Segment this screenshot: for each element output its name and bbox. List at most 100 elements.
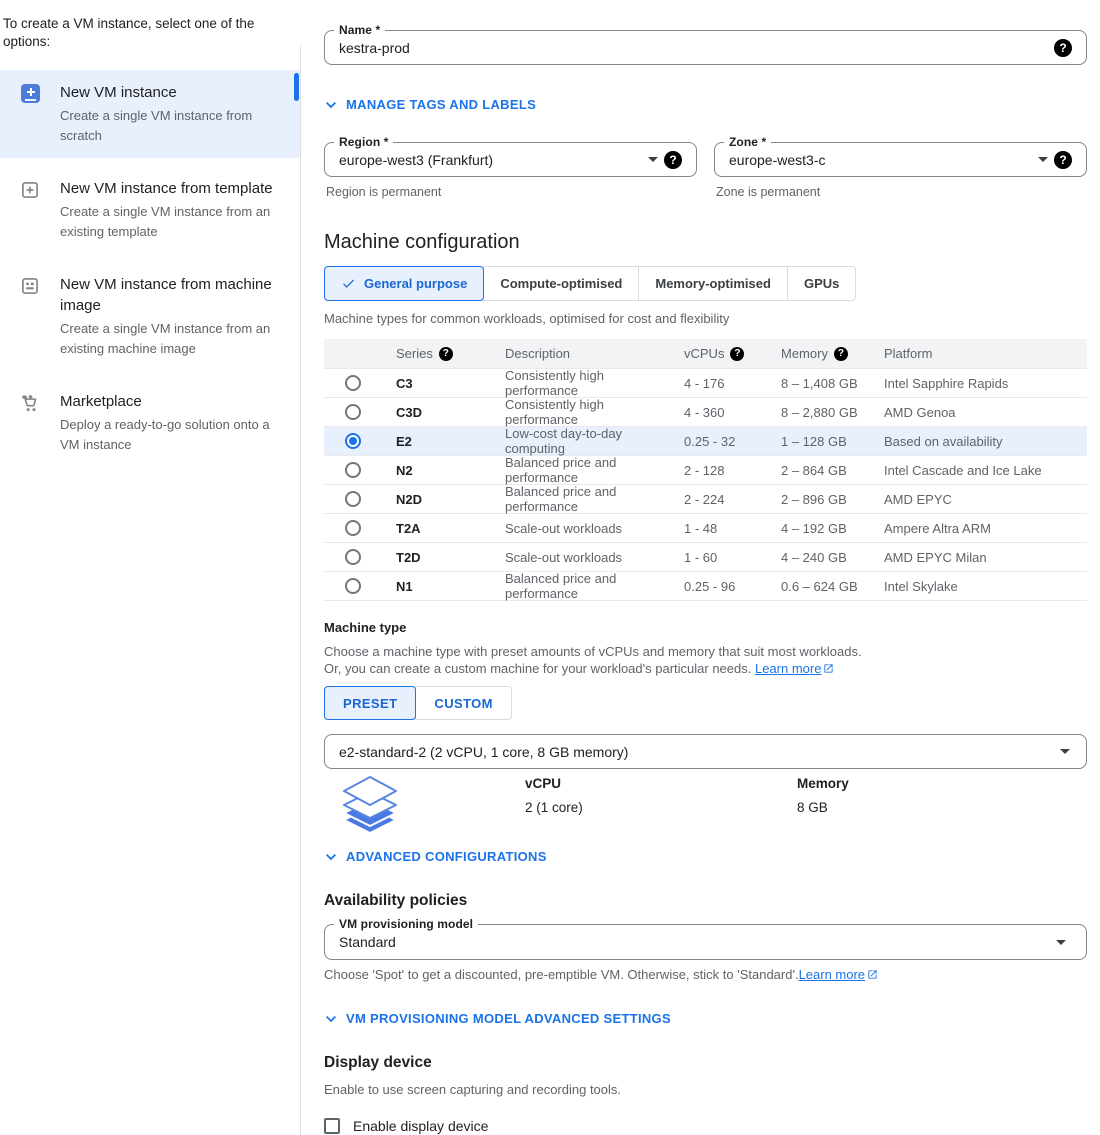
options-list: New VM instance Create a single VM insta… (0, 70, 300, 467)
dropdown-arrow-icon (648, 157, 658, 162)
machine-configuration-title: Machine configuration (324, 231, 1087, 254)
provisioning-advanced-settings-label: VM PROVISIONING MODEL ADVANCED SETTINGS (346, 1011, 671, 1026)
series-radio-c3[interactable] (345, 375, 361, 391)
memory-help-icon[interactable]: ? (834, 347, 848, 361)
tab-custom[interactable]: CUSTOM (415, 686, 512, 720)
table-row-t2a[interactable]: T2A Scale-out workloads 1 - 48 4 – 192 G… (324, 514, 1087, 543)
tab-compute-optimised[interactable]: Compute-optimised (483, 266, 639, 301)
machine-type-value: e2-standard-2 (2 vCPU, 1 core, 8 GB memo… (339, 744, 1050, 760)
series-help-icon[interactable]: ? (439, 347, 453, 361)
enable-display-device-row[interactable]: Enable display device (324, 1118, 1087, 1134)
option-new-vm-instance[interactable]: New VM instance Create a single VM insta… (0, 70, 300, 158)
zone-helper: Zone is permanent (714, 185, 1087, 199)
header-memory: Memory (781, 346, 828, 361)
manage-tags-label: MANAGE TAGS AND LABELS (346, 97, 536, 112)
enable-display-device-label: Enable display device (353, 1118, 488, 1134)
dropdown-arrow-icon (1038, 157, 1048, 162)
provisioning-advanced-settings-expander[interactable]: VM PROVISIONING MODEL ADVANCED SETTINGS (324, 1011, 1087, 1026)
manage-tags-expander[interactable]: MANAGE TAGS AND LABELS (324, 97, 1087, 112)
option-description: Create a single VM instance from an exis… (60, 202, 286, 242)
display-device-title: Display device (324, 1054, 1087, 1072)
external-link-icon (867, 969, 878, 980)
header-series: Series (396, 346, 433, 361)
table-row-e2[interactable]: E2 Low-cost day-to-day computing 0.25 - … (324, 427, 1087, 456)
enable-display-device-checkbox[interactable] (324, 1118, 340, 1134)
advanced-configurations-label: ADVANCED CONFIGURATIONS (346, 849, 547, 864)
region-help-icon[interactable]: ? (664, 151, 682, 169)
name-field-value[interactable]: kestra-prod (339, 40, 1044, 56)
series-radio-n1[interactable] (345, 578, 361, 594)
options-panel: To create a VM instance, select one of t… (0, 0, 300, 467)
display-device-caption: Enable to use screen capturing and recor… (324, 1082, 1087, 1097)
table-row-c3d[interactable]: C3D Consistently high performance 4 - 36… (324, 398, 1087, 427)
option-description: Deploy a ready-to-go solution onto a VM … (60, 415, 286, 455)
table-row-n1[interactable]: N1 Balanced price and performance 0.25 -… (324, 572, 1087, 601)
series-radio-e2[interactable] (345, 433, 361, 449)
option-title: Marketplace (60, 391, 286, 412)
external-link-icon (823, 663, 834, 674)
provisioning-learn-more-link[interactable]: Learn more (799, 967, 878, 982)
name-help-icon[interactable]: ? (1054, 39, 1072, 57)
machine-type-select[interactable]: e2-standard-2 (2 vCPU, 1 core, 8 GB memo… (324, 734, 1087, 769)
header-description: Description (505, 346, 684, 361)
zone-help-icon[interactable]: ? (1054, 151, 1072, 169)
machine-type-description: Choose a machine type with preset amount… (324, 644, 1087, 677)
region-label: Region * (334, 135, 393, 149)
series-radio-t2d[interactable] (345, 549, 361, 565)
vcpus-help-icon[interactable]: ? (730, 347, 744, 361)
series-table-header: Series ? Description vCPUs ? Memory ? Pl… (324, 339, 1087, 369)
machine-image-icon (20, 276, 40, 296)
zone-select[interactable]: Zone * europe-west3-c ? (714, 142, 1087, 177)
vcpu-value: 2 (1 core) (525, 800, 583, 815)
table-row-c3[interactable]: C3 Consistently high performance 4 - 176… (324, 369, 1087, 398)
region-value: europe-west3 (Frankfurt) (339, 152, 638, 168)
table-row-t2d[interactable]: T2D Scale-out workloads 1 - 60 4 – 240 G… (324, 543, 1087, 572)
tab-gpus[interactable]: GPUs (787, 266, 856, 301)
template-icon (20, 180, 40, 200)
tab-general-purpose[interactable]: General purpose (324, 266, 484, 301)
tab-preset[interactable]: PRESET (324, 686, 416, 720)
option-title: New VM instance from template (60, 178, 286, 199)
preset-custom-tabs: PRESET CUSTOM (324, 686, 1087, 720)
header-vcpus: vCPUs (684, 346, 724, 361)
panel-divider (300, 45, 301, 1135)
vm-provisioning-model-select[interactable]: VM provisioning model Standard (324, 924, 1087, 960)
option-marketplace[interactable]: Marketplace Deploy a ready-to-go solutio… (0, 379, 300, 467)
chevron-down-icon (324, 98, 338, 112)
option-new-vm-from-machine-image[interactable]: New VM instance from machine image Creat… (0, 262, 300, 371)
machine-type-spec: vCPU 2 (1 core) Memory 8 GB (324, 773, 1087, 837)
series-radio-n2d[interactable] (345, 491, 361, 507)
sidebar-scrollbar-thumb[interactable] (294, 73, 299, 101)
dropdown-arrow-icon (1056, 940, 1066, 945)
create-vm-form: Name * kestra-prod ? MANAGE TAGS AND LAB… (324, 0, 1087, 1134)
table-row-n2[interactable]: N2 Balanced price and performance 2 - 12… (324, 456, 1087, 485)
memory-label: Memory (797, 776, 849, 791)
machine-type-title: Machine type (324, 620, 1087, 635)
region-select[interactable]: Region * europe-west3 (Frankfurt) ? (324, 142, 697, 177)
cart-icon (20, 393, 41, 414)
zone-value: europe-west3-c (729, 152, 1028, 168)
provisioning-value: Standard (339, 934, 1046, 950)
series-radio-n2[interactable] (345, 462, 361, 478)
table-row-n2d[interactable]: N2D Balanced price and performance 2 - 2… (324, 485, 1087, 514)
region-helper: Region is permanent (324, 185, 697, 199)
series-table: Series ? Description vCPUs ? Memory ? Pl… (324, 339, 1087, 601)
option-description: Create a single VM instance from scratch (60, 106, 286, 146)
advanced-configurations-expander[interactable]: ADVANCED CONFIGURATIONS (324, 849, 1087, 864)
series-radio-c3d[interactable] (345, 404, 361, 420)
option-title: New VM instance from machine image (60, 274, 286, 316)
vm-plus-icon (21, 84, 40, 103)
options-intro: To create a VM instance, select one of t… (0, 0, 300, 51)
name-field[interactable]: Name * kestra-prod ? (324, 30, 1087, 65)
machine-type-learn-more-link[interactable]: Learn more (755, 661, 834, 676)
layers-icon (340, 773, 400, 835)
memory-value: 8 GB (797, 800, 849, 815)
provisioning-helper: Choose 'Spot' to get a discounted, pre-e… (324, 967, 1087, 982)
zone-label: Zone * (724, 135, 771, 149)
name-field-label: Name * (334, 23, 385, 37)
option-description: Create a single VM instance from an exis… (60, 319, 286, 359)
series-radio-t2a[interactable] (345, 520, 361, 536)
option-new-vm-from-template[interactable]: New VM instance from template Create a s… (0, 166, 300, 254)
tab-memory-optimised[interactable]: Memory-optimised (638, 266, 788, 301)
option-title: New VM instance (60, 82, 286, 103)
